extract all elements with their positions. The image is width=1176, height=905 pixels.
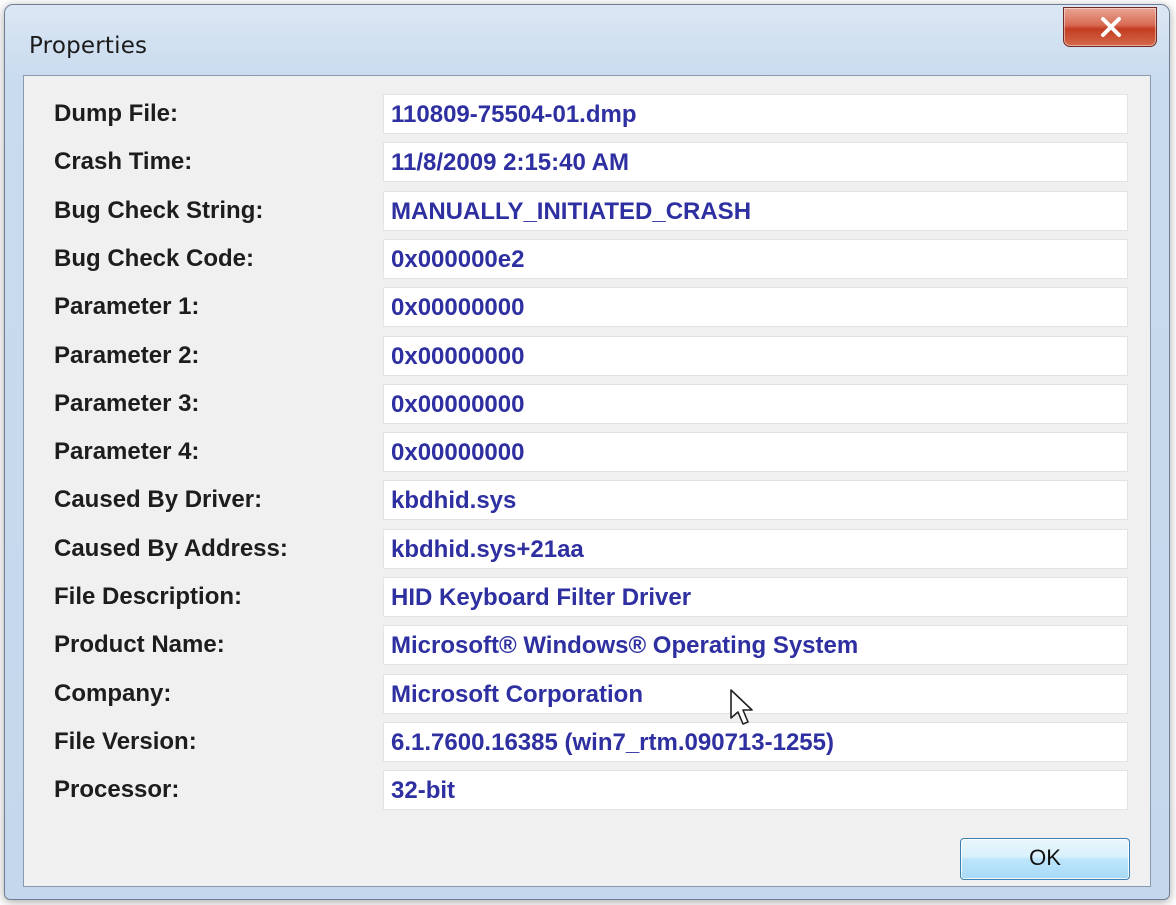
property-value: 110809-75504-01.dmp: [391, 101, 637, 128]
property-value-field[interactable]: MANUALLY_INITIATED_CRASH: [383, 191, 1128, 231]
property-row: Bug Check String: MANUALLY_INITIATED_CRAS…: [24, 191, 1152, 231]
properties-dialog: Properties Dump File: 110809-75504-01.dmp…: [4, 4, 1170, 900]
close-button[interactable]: [1063, 7, 1157, 47]
property-row: Company: Microsoft Corporation: [24, 674, 1152, 714]
property-row: Processor: 32-bit: [24, 770, 1152, 810]
property-label: Crash Time:: [54, 148, 193, 175]
property-row: File Version: 6.1.7600.16385 (win7_rtm.09…: [24, 722, 1152, 762]
property-value: MANUALLY_INITIATED_CRASH: [391, 198, 752, 225]
property-row: Parameter 4: 0x00000000: [24, 432, 1152, 472]
property-value-field[interactable]: kbdhid.sys: [383, 480, 1128, 520]
property-value-field[interactable]: 0x00000000: [383, 384, 1128, 424]
properties-panel: Dump File: 110809-75504-01.dmp Crash Time:…: [23, 75, 1151, 887]
property-label: Parameter 3:: [54, 390, 200, 417]
property-row: Parameter 1: 0x00000000: [24, 287, 1152, 327]
property-label: Bug Check String:: [54, 197, 264, 224]
property-value: Microsoft Corporation: [391, 681, 643, 708]
property-value: kbdhid.sys+21aa: [391, 536, 584, 563]
property-row: Caused By Driver: kbdhid.sys: [24, 480, 1152, 520]
property-label: File Version:: [54, 728, 197, 755]
property-label: Processor:: [54, 776, 180, 803]
property-value-field[interactable]: kbdhid.sys+21aa: [383, 529, 1128, 569]
property-value: 0x00000000: [391, 391, 525, 418]
property-row: Bug Check Code: 0x000000e2: [24, 239, 1152, 279]
property-label: Dump File:: [54, 100, 178, 127]
property-row: File Description: HID Keyboard Filter Dri…: [24, 577, 1152, 617]
property-row: Crash Time: 11/8/2009 2:15:40 AM: [24, 142, 1152, 182]
ok-button[interactable]: OK: [960, 838, 1130, 880]
property-label: File Description:: [54, 583, 243, 610]
property-label: Caused By Driver:: [54, 486, 263, 513]
property-value: 0x00000000: [391, 294, 525, 321]
property-value-field[interactable]: 0x00000000: [383, 287, 1128, 327]
property-value-field[interactable]: 32-bit: [383, 770, 1128, 810]
property-label: Bug Check Code:: [54, 245, 255, 272]
property-label: Product Name:: [54, 631, 225, 658]
property-value: 0x00000000: [391, 343, 525, 370]
property-value: Microsoft® Windows® Operating System: [391, 632, 859, 659]
property-value-field[interactable]: Microsoft Corporation: [383, 674, 1128, 714]
property-label: Parameter 2:: [54, 342, 200, 369]
window-title: Properties: [29, 33, 148, 59]
property-value-field[interactable]: 0x00000000: [383, 336, 1128, 376]
property-row: Product Name: Microsoft® Windows® Operati…: [24, 625, 1152, 665]
property-value: kbdhid.sys: [391, 487, 517, 514]
property-value: HID Keyboard Filter Driver: [391, 584, 692, 611]
property-row: Parameter 2: 0x00000000: [24, 336, 1152, 376]
property-value-field[interactable]: HID Keyboard Filter Driver: [383, 577, 1128, 617]
property-value-field[interactable]: 6.1.7600.16385 (win7_rtm.090713-1255): [383, 722, 1128, 762]
property-value: 6.1.7600.16385 (win7_rtm.090713-1255): [391, 729, 834, 756]
close-icon: [1101, 17, 1121, 37]
property-value: 0x000000e2: [391, 246, 525, 273]
property-value-field[interactable]: Microsoft® Windows® Operating System: [383, 625, 1128, 665]
title-bar[interactable]: Properties: [5, 5, 1169, 83]
property-value-field[interactable]: 11/8/2009 2:15:40 AM: [383, 142, 1128, 182]
property-row: Caused By Address: kbdhid.sys+21aa: [24, 529, 1152, 569]
property-value: 0x00000000: [391, 439, 525, 466]
property-row: Parameter 3: 0x00000000: [24, 384, 1152, 424]
property-value: 32-bit: [391, 777, 456, 804]
property-value-field[interactable]: 0x000000e2: [383, 239, 1128, 279]
property-label: Company:: [54, 680, 172, 707]
property-label: Caused By Address:: [54, 535, 288, 562]
property-label: Parameter 4:: [54, 438, 200, 465]
property-row: Dump File: 110809-75504-01.dmp: [24, 94, 1152, 134]
property-value: 11/8/2009 2:15:40 AM: [391, 149, 629, 176]
property-value-field[interactable]: 110809-75504-01.dmp: [383, 94, 1128, 134]
property-value-field[interactable]: 0x00000000: [383, 432, 1128, 472]
property-label: Parameter 1:: [54, 293, 200, 320]
